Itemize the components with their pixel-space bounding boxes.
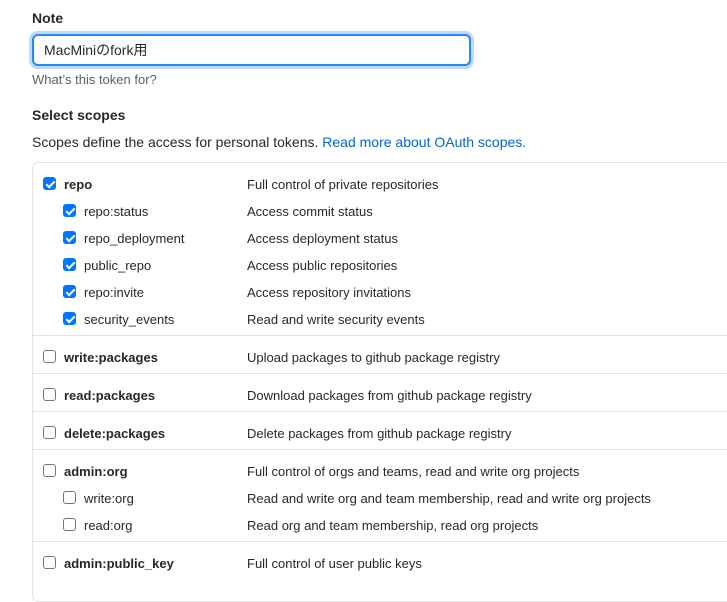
scope-description: Access public repositories bbox=[247, 258, 398, 273]
scope-row: repo Full control of private repositories bbox=[0, 172, 727, 199]
scope-name: read:org bbox=[84, 518, 133, 533]
scope-name: write:packages bbox=[64, 350, 158, 365]
scope-description: Upload packages to github package regist… bbox=[247, 350, 500, 365]
scope-name: read:packages bbox=[64, 388, 156, 403]
scope-name: write:org bbox=[84, 491, 134, 506]
scope-checkbox[interactable] bbox=[43, 464, 56, 477]
note-input[interactable] bbox=[32, 34, 471, 66]
scope-row: read:packages Download packages from gith… bbox=[0, 383, 727, 410]
scope-row: repo:invite Access repository invitations bbox=[0, 280, 727, 307]
scope-name: security_events bbox=[84, 312, 175, 327]
scope-checkbox[interactable] bbox=[63, 285, 76, 298]
scope-description: Full control of user public keys bbox=[247, 556, 422, 571]
scope-description: Full control of private repositories bbox=[247, 177, 439, 192]
scope-description: Access repository invitations bbox=[247, 285, 412, 300]
note-hint: What’s this token for? bbox=[32, 72, 157, 87]
scope-row: write:packages Upload packages to github … bbox=[0, 345, 727, 372]
scope-description: Read org and team membership, read org p… bbox=[247, 518, 539, 533]
oauth-scopes-link[interactable]: Read more about OAuth scopes. bbox=[322, 134, 526, 150]
divider bbox=[32, 373, 727, 374]
scope-checkbox[interactable] bbox=[63, 204, 76, 217]
scope-checkbox[interactable] bbox=[43, 177, 56, 190]
scope-row: read:org Read org and team membership, re… bbox=[0, 513, 727, 540]
scope-row: public_repo Access public repositories bbox=[0, 253, 727, 280]
scope-description: Read and write security events bbox=[247, 312, 425, 327]
scope-description: Access deployment status bbox=[247, 231, 399, 246]
scope-row: repo:status Access commit status bbox=[0, 199, 727, 226]
scope-checkbox[interactable] bbox=[63, 518, 76, 531]
scopes-description: Scopes define the access for personal to… bbox=[32, 134, 526, 150]
divider bbox=[32, 335, 727, 336]
scope-description: Access commit status bbox=[247, 204, 373, 219]
scope-name: delete:packages bbox=[64, 426, 166, 441]
scope-description: Full control of orgs and teams, read and… bbox=[247, 464, 580, 479]
select-scopes-title: Select scopes bbox=[32, 107, 126, 123]
scope-checkbox[interactable] bbox=[43, 350, 56, 363]
scope-name: repo_deployment bbox=[84, 231, 185, 246]
scopes-description-text: Scopes define the access for personal to… bbox=[32, 134, 323, 150]
scope-row: repo_deployment Access deployment status bbox=[0, 226, 727, 253]
scope-row: admin:public_key Full control of user pub… bbox=[0, 551, 727, 578]
note-label: Note bbox=[32, 10, 64, 26]
scope-name: admin:public_key bbox=[64, 556, 174, 571]
scope-row: admin:org Full control of orgs and teams,… bbox=[0, 459, 727, 486]
scope-name: repo bbox=[64, 177, 93, 192]
scope-checkbox[interactable] bbox=[63, 491, 76, 504]
scope-description: Read and write org and team membership, … bbox=[247, 491, 651, 506]
scope-checkbox[interactable] bbox=[63, 312, 76, 325]
scope-name: public_repo bbox=[84, 258, 152, 273]
scope-row: write:org Read and write org and team mem… bbox=[0, 486, 727, 513]
scope-name: admin:org bbox=[64, 464, 128, 479]
scope-checkbox[interactable] bbox=[43, 388, 56, 401]
scope-checkbox[interactable] bbox=[43, 556, 56, 569]
scope-checkbox[interactable] bbox=[63, 231, 76, 244]
scope-row: delete:packages Delete packages from gith… bbox=[0, 421, 727, 448]
divider bbox=[32, 449, 727, 450]
scope-checkbox[interactable] bbox=[43, 426, 56, 439]
scope-name: repo:invite bbox=[84, 285, 144, 300]
scope-name: repo:status bbox=[84, 204, 149, 219]
scope-checkbox[interactable] bbox=[63, 258, 76, 271]
scope-row: security_events Read and write security e… bbox=[0, 307, 727, 334]
scope-description: Download packages from github package re… bbox=[247, 388, 532, 403]
scope-description: Delete packages from github package regi… bbox=[247, 426, 512, 441]
divider bbox=[32, 411, 727, 412]
divider bbox=[32, 541, 727, 542]
